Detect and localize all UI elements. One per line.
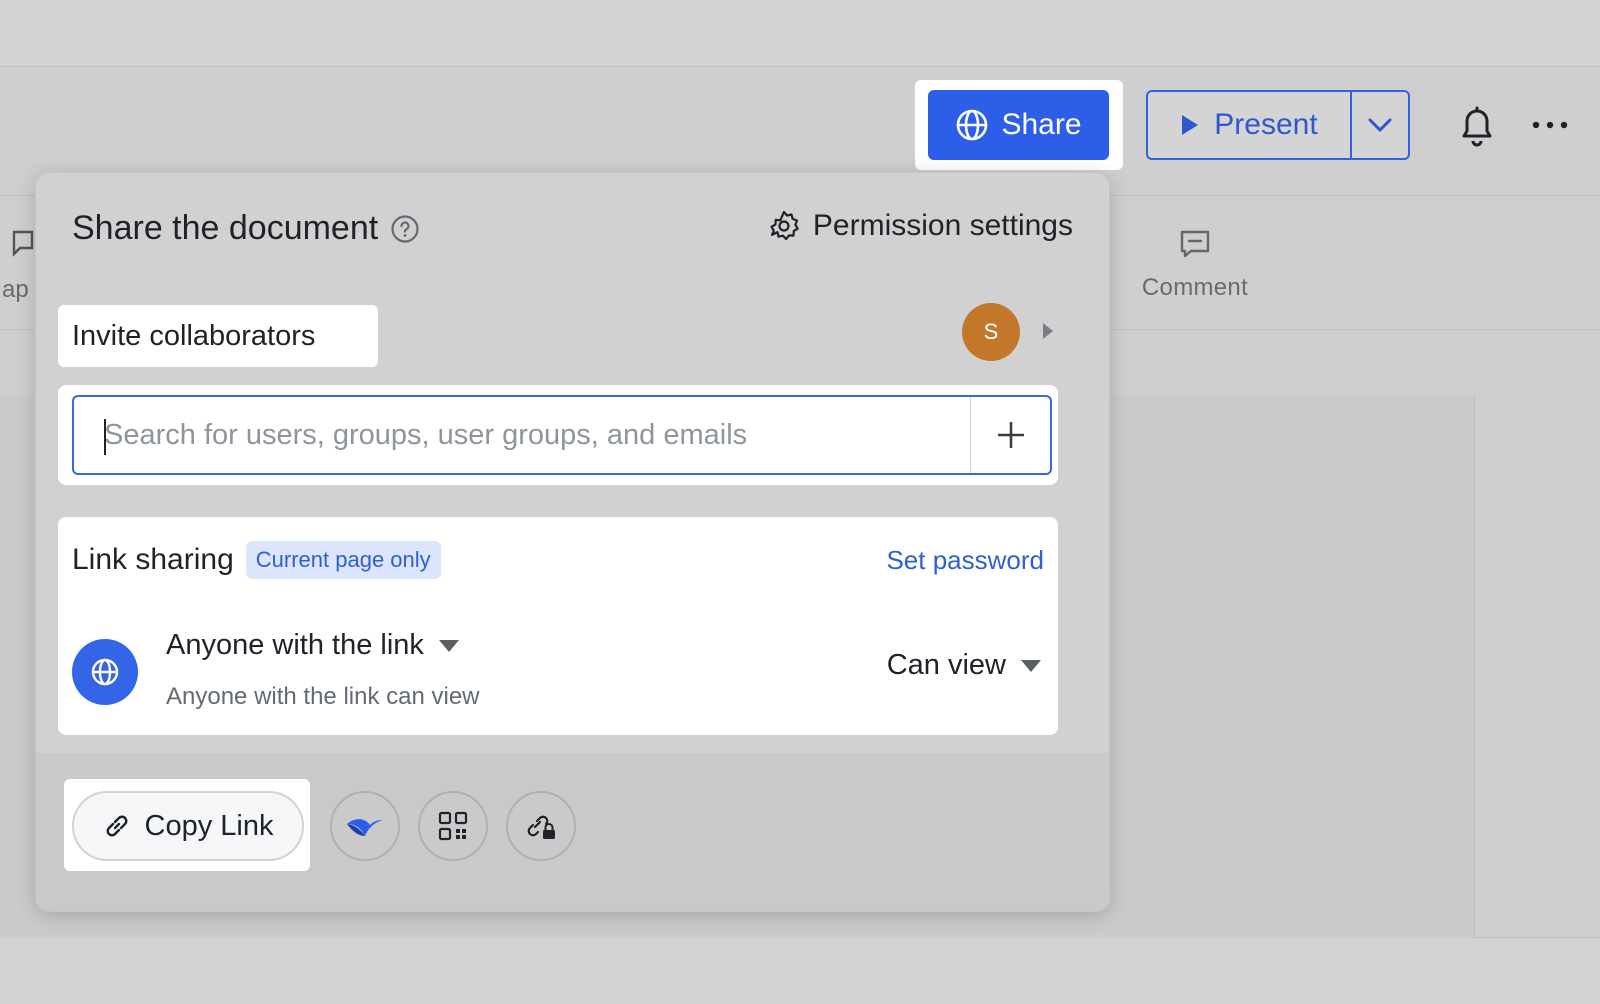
add-collaborator-button[interactable] — [970, 397, 1050, 473]
popover-title-text: Share the document — [72, 209, 379, 247]
qr-code-button[interactable] — [418, 791, 488, 861]
comment-label: Comment — [1141, 274, 1249, 301]
present-button-label: Present — [1214, 108, 1318, 141]
gear-icon — [770, 210, 799, 241]
link-sharing-card: Link sharing Current page only Set passw… — [58, 517, 1058, 735]
comment-tool[interactable]: Comment — [1125, 226, 1265, 306]
link-sharing-heading: Link sharing Current page only — [72, 541, 441, 579]
link-scope-description: Anyone with the link can view — [166, 683, 480, 710]
link-permission-label: Can view — [886, 649, 1006, 681]
share-app-button[interactable] — [330, 791, 400, 861]
permission-settings-label: Permission settings — [812, 209, 1073, 242]
search-input[interactable] — [74, 397, 970, 473]
scope-badge: Current page only — [245, 541, 441, 579]
link-permission-dropdown[interactable]: Can view — [887, 649, 1042, 682]
share-popover: Share the document Permission settings I… — [35, 172, 1110, 912]
popover-footer: Copy Link — [36, 753, 1109, 911]
comment-icon — [1180, 230, 1210, 258]
caret-down-icon — [1021, 659, 1041, 672]
share-button-label: Share — [1001, 108, 1082, 141]
link-globe-badge — [72, 639, 138, 705]
help-icon[interactable] — [390, 214, 420, 244]
link-icon — [106, 815, 127, 837]
globe-icon — [957, 109, 988, 141]
popover-title: Share the document — [72, 209, 420, 248]
copy-link-button[interactable]: Copy Link — [72, 791, 304, 861]
avatar[interactable]: S — [962, 303, 1020, 361]
qr-code-icon — [438, 811, 468, 841]
invite-collaborators-label: Invite collaborators — [58, 305, 378, 367]
partial-toolbar-label: ap — [2, 276, 29, 303]
link-lock-button[interactable] — [506, 791, 576, 861]
share-app-icon — [347, 819, 383, 836]
link-sharing-title: Link sharing — [72, 543, 234, 576]
permission-settings-button[interactable]: Permission settings — [767, 209, 1073, 243]
search-field — [72, 395, 1052, 475]
play-icon — [1182, 115, 1199, 135]
link-lock-icon — [527, 815, 555, 839]
share-button[interactable]: Share — [928, 90, 1109, 160]
link-scope-label: Anyone with the link — [166, 629, 424, 661]
present-button[interactable]: Present — [1148, 92, 1352, 158]
link-scope-dropdown[interactable]: Anyone with the link — [166, 629, 460, 662]
caret-down-icon — [438, 639, 459, 652]
copy-link-label: Copy Link — [144, 809, 274, 842]
partial-toolbar-item[interactable]: ap — [2, 226, 38, 306]
more-icon[interactable] — [1530, 110, 1570, 140]
plus-icon — [997, 422, 1024, 448]
caret-right-icon[interactable] — [1038, 319, 1058, 343]
search-card — [58, 385, 1058, 485]
bell-icon[interactable] — [1455, 102, 1499, 148]
present-options-button[interactable] — [1352, 92, 1408, 158]
globe-icon — [91, 658, 119, 686]
text-cursor — [104, 419, 106, 455]
set-password-link[interactable]: Set password — [886, 545, 1044, 576]
present-button-group: Present — [1146, 90, 1410, 160]
chevron-down-icon — [1368, 118, 1392, 133]
